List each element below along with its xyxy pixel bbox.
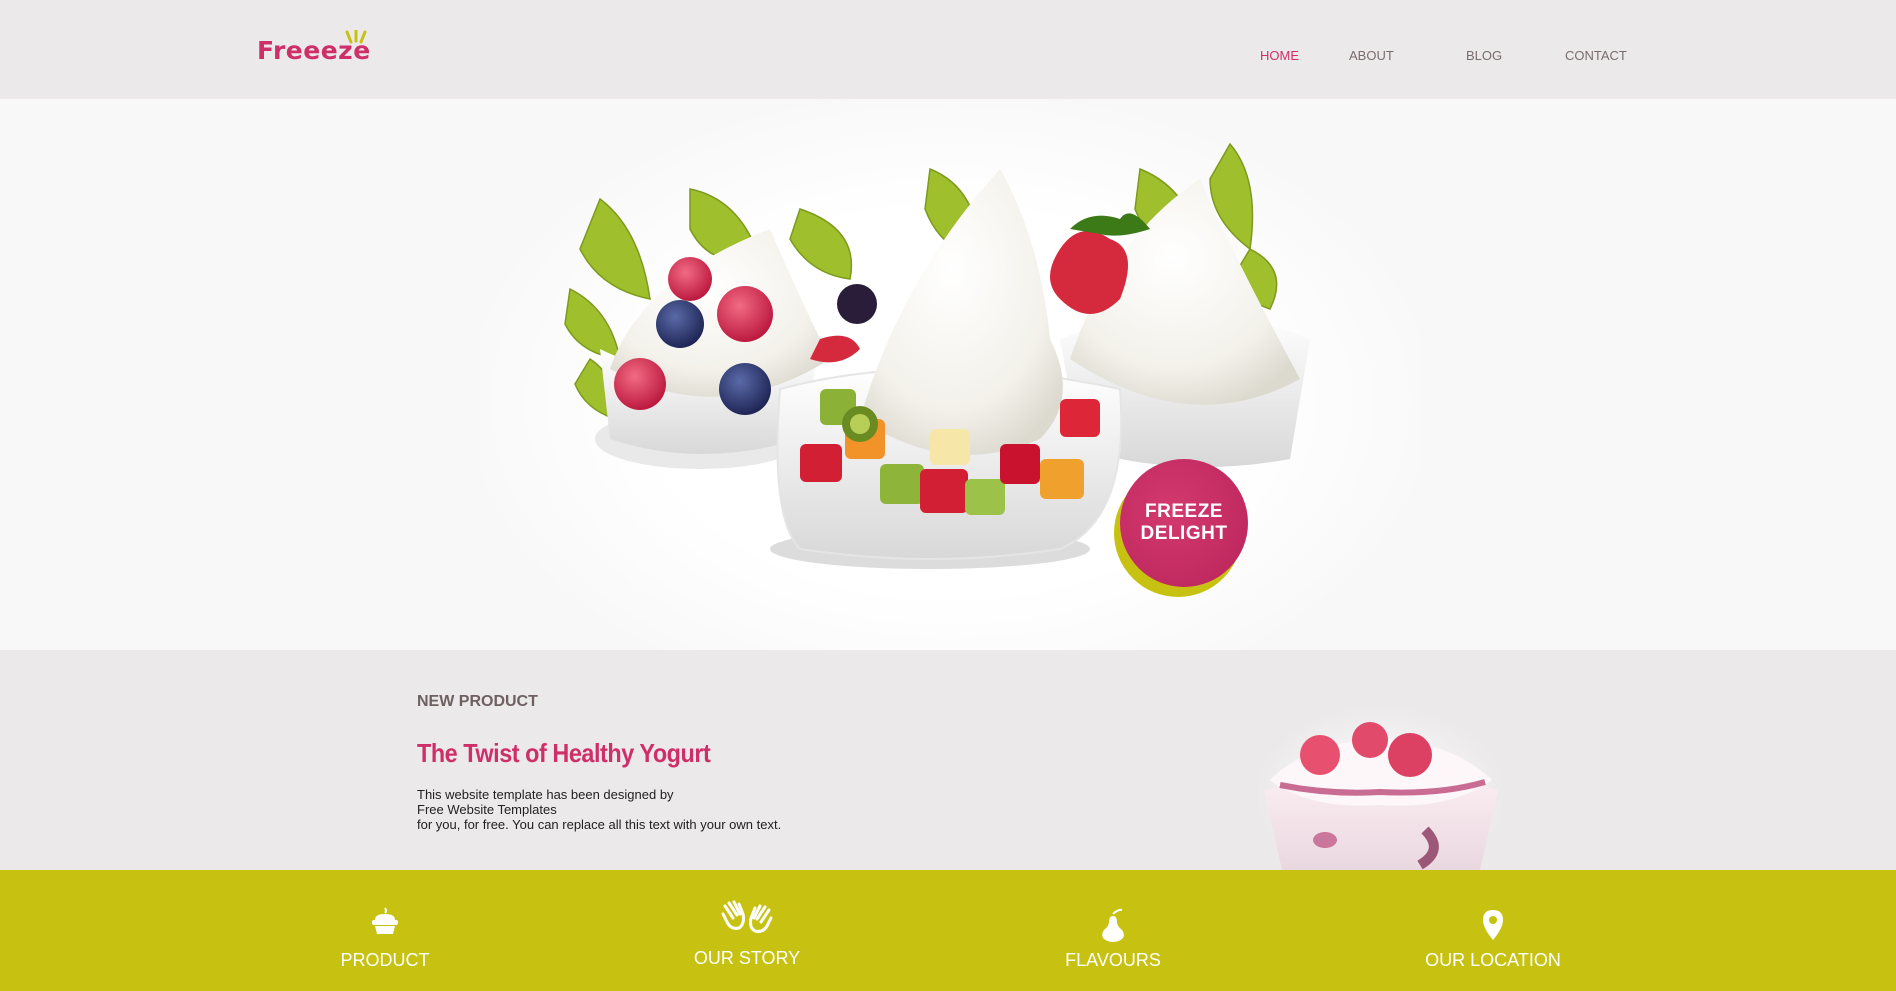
pear-icon	[1102, 908, 1124, 942]
feature-our-story[interactable]: OUR STORY	[647, 870, 847, 991]
new-product-section: NEW PRODUCT The Twist of Healthy Yogurt …	[0, 650, 1896, 870]
freeze-delight-badge: FREEZE DELIGHT	[1114, 459, 1248, 597]
feature-label: FLAVOURS	[1065, 950, 1161, 970]
nav-about[interactable]: ABOUT	[1349, 48, 1394, 63]
hands-icon	[721, 900, 773, 933]
template-credit-link[interactable]: Free Website Templates	[417, 802, 781, 817]
site-header: Freeeze HOME ABOUT BLOG CONTACT	[0, 0, 1896, 99]
product-description: This website template has been designed …	[417, 787, 782, 832]
frozen-yogurt-illustration	[564, 142, 1310, 569]
features-bar: PRODUCT OUR STORY FLAVOURS OUR LOCATION	[0, 870, 1896, 991]
sprout-icon	[345, 30, 367, 44]
map-pin-icon	[1483, 910, 1503, 940]
badge-line-2: DELIGHT	[1140, 523, 1228, 544]
badge-line-1: FREEZE	[1145, 501, 1223, 522]
feature-product[interactable]: PRODUCT	[285, 870, 485, 991]
yogurt-cup-image	[1255, 705, 1505, 870]
feature-our-location[interactable]: OUR LOCATION	[1393, 870, 1593, 991]
nav-contact[interactable]: CONTACT	[1565, 48, 1627, 63]
main-nav: HOME ABOUT BLOG CONTACT	[0, 48, 1896, 68]
nav-home[interactable]: HOME	[1260, 48, 1299, 63]
section-label: NEW PRODUCT	[417, 693, 538, 710]
feature-flavours[interactable]: FLAVOURS	[1013, 870, 1213, 991]
feature-label: OUR LOCATION	[1425, 950, 1561, 970]
feature-label: OUR STORY	[693, 948, 801, 968]
hero-banner: FREEZE DELIGHT	[0, 99, 1896, 650]
feature-label: PRODUCT	[340, 950, 430, 970]
cupcake-icon	[372, 907, 398, 934]
product-title[interactable]: The Twist of Healthy Yogurt	[417, 738, 711, 769]
nav-blog[interactable]: BLOG	[1466, 48, 1502, 63]
